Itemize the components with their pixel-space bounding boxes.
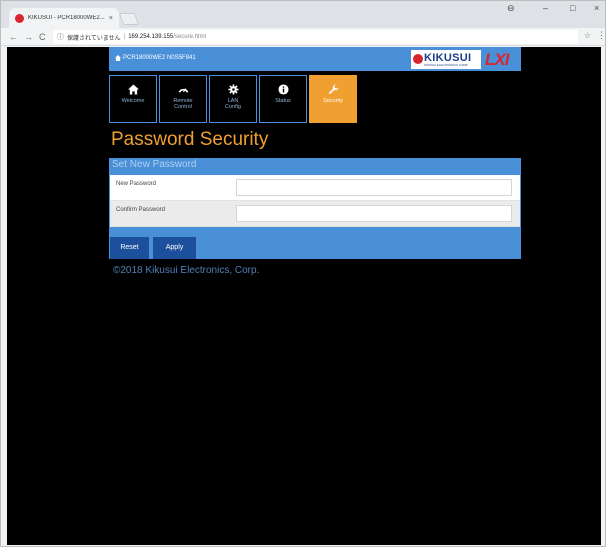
nav-lan-config[interactable]: LAN Config: [209, 75, 257, 123]
new-password-row: New Password: [110, 175, 520, 201]
url-separator: |: [123, 34, 126, 40]
forward-button[interactable]: →: [24, 32, 33, 42]
nav-remote-control[interactable]: Remote Control: [159, 75, 207, 123]
nav-bar: Welcome Remote Control LAN Config Status…: [109, 75, 521, 123]
model-label: PCR18000WE2 N0S5F841: [115, 55, 196, 61]
tab-title: KIKUSUI - PCR18000WE2...: [28, 15, 105, 21]
url-host: 169.254.139.155: [128, 34, 174, 40]
confirm-password-label: Confirm Password: [116, 207, 166, 213]
model-text: PCR18000WE2 N0S5F841: [123, 55, 196, 61]
page-viewport: PCR18000WE2 N0S5F841 KIKUSUI KIKUSUI ELE…: [7, 47, 601, 545]
nav-remote-control-label: Remote Control: [173, 98, 193, 110]
set-password-panel: Set New Password New Password Confirm Pa…: [109, 158, 521, 259]
lxi-logo: LXI: [485, 50, 509, 69]
confirm-password-input[interactable]: [236, 205, 512, 222]
reload-button[interactable]: C: [39, 32, 46, 42]
gear-icon: [227, 84, 239, 95]
new-password-label: New Password: [116, 181, 157, 187]
browser-menu-icon[interactable]: ⋮: [597, 30, 606, 41]
kikusui-mark-icon: [413, 54, 423, 64]
browser-window: KIKUSUI - PCR18000WE2... × ⊖ – □ × ← → C…: [0, 0, 606, 547]
browser-tab[interactable]: KIKUSUI - PCR18000WE2... ×: [9, 8, 119, 28]
page-header: PCR18000WE2 N0S5F841 KIKUSUI KIKUSUI ELE…: [109, 47, 521, 71]
kikusui-favicon-icon: [15, 13, 24, 23]
close-window-button[interactable]: ×: [594, 3, 599, 13]
info-icon: [277, 84, 289, 95]
tab-strip: KIKUSUI - PCR18000WE2... × ⊖ – □ ×: [1, 1, 605, 28]
address-bar[interactable]: ⓘ 保護されていません | 169.254.139.155 /secure.ht…: [53, 30, 578, 44]
nav-security-label: Security: [323, 98, 343, 104]
nav-welcome[interactable]: Welcome: [109, 75, 157, 123]
kikusui-logo: KIKUSUI KIKUSUI ELECTRONICS CORP.: [411, 50, 481, 69]
home-small-icon: [115, 55, 121, 61]
panel-title: Set New Password: [112, 159, 197, 170]
profile-icon[interactable]: ⊖: [507, 3, 515, 14]
minimize-button[interactable]: –: [543, 3, 548, 13]
back-button[interactable]: ←: [9, 32, 18, 42]
nav-status-label: Status: [275, 98, 291, 104]
kikusui-lxi-logo: KIKUSUI KIKUSUI ELECTRONICS CORP. LXI: [411, 50, 521, 69]
nav-welcome-label: Welcome: [121, 98, 145, 104]
maximize-button[interactable]: □: [570, 3, 575, 13]
reset-button[interactable]: Reset: [110, 237, 149, 259]
new-password-input[interactable]: [236, 179, 512, 196]
browser-toolbar: ← → C ⓘ 保護されていません | 169.254.139.155 /sec…: [1, 28, 606, 46]
nav-status[interactable]: Status: [259, 75, 307, 123]
home-icon: [127, 84, 139, 95]
apply-button[interactable]: Apply: [153, 237, 196, 259]
tab-close-icon[interactable]: ×: [109, 15, 113, 22]
bookmark-star-icon[interactable]: ☆: [584, 31, 591, 40]
nav-lan-config-label: LAN Config: [225, 98, 241, 110]
security-status-text: 保護されていません: [67, 35, 121, 42]
page-title: Password Security: [111, 129, 269, 150]
gauge-icon: [178, 88, 188, 93]
nav-security[interactable]: Security: [309, 75, 357, 123]
logo-subtext: KIKUSUI ELECTRONICS CORP.: [424, 63, 469, 67]
wrench-icon: [328, 84, 339, 95]
site-info-icon[interactable]: ⓘ: [57, 32, 64, 42]
copyright-text: ©2018 Kikusui Electronics, Corp.: [113, 265, 260, 276]
new-tab-button[interactable]: [118, 13, 140, 25]
url-path: /secure.html: [173, 34, 206, 40]
button-bar: Reset Apply: [109, 236, 521, 259]
confirm-password-row: Confirm Password: [110, 201, 520, 227]
